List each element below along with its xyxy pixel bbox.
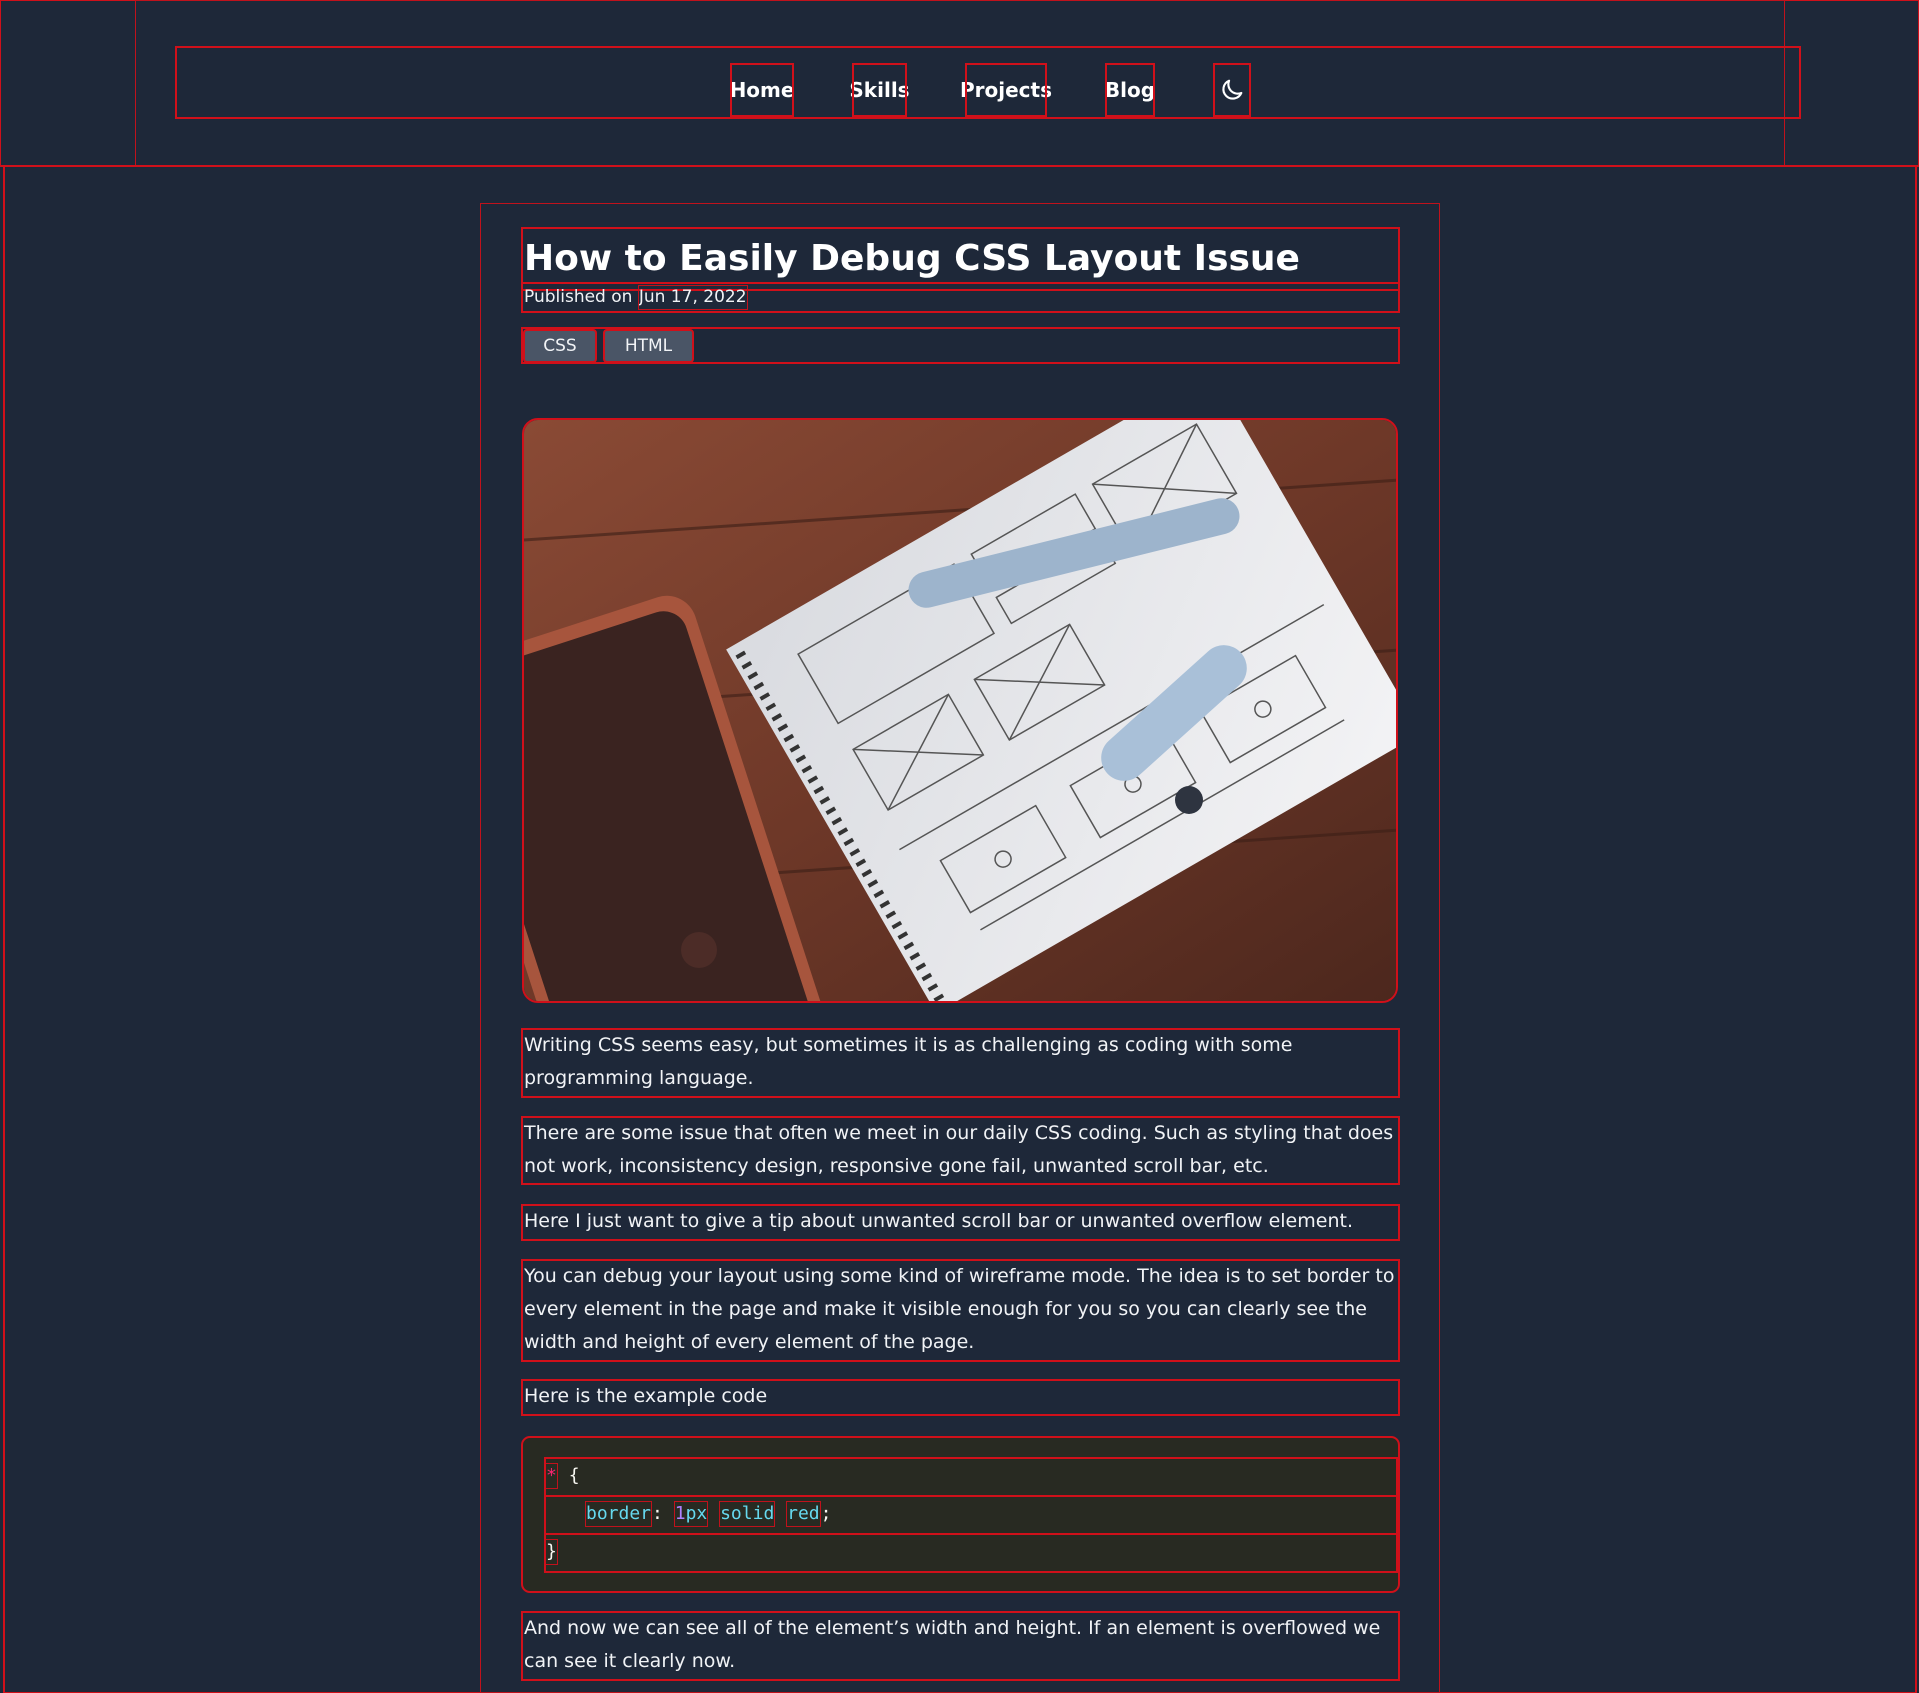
code-number: 1 [674, 1503, 686, 1524]
tag-css[interactable]: CSS [523, 329, 597, 363]
code-selector: * [545, 1463, 558, 1489]
nav-skills-link[interactable]: Skills [849, 63, 910, 117]
article-paragraph: And now we can see all of the element’s … [521, 1611, 1400, 1681]
hero-image [522, 418, 1398, 1003]
code-close-brace: } [545, 1539, 558, 1565]
article-paragraph: Here I just want to give a tip about unw… [521, 1204, 1400, 1241]
published-date: Jun 17, 2022 [637, 285, 748, 310]
tag-html[interactable]: HTML [603, 329, 694, 363]
tag-list: CSS HTML [521, 327, 1400, 364]
code-colon: : [652, 1503, 663, 1524]
nav-blog-link[interactable]: Blog [1105, 63, 1155, 117]
code-open-brace: { [568, 1465, 580, 1486]
code-length: 1px [673, 1501, 709, 1527]
code-line: border: 1px solid red; [544, 1495, 1398, 1535]
article-title: How to Easily Debug CSS Layout Issue [521, 227, 1400, 292]
code-unit: px [685, 1503, 708, 1524]
code-line: } [544, 1533, 1398, 1573]
code-block: * { border: 1px solid red; } [521, 1436, 1400, 1593]
published-label: Published on [524, 287, 633, 307]
article-paragraph: Writing CSS seems easy, but sometimes it… [521, 1028, 1400, 1098]
code-property: border [585, 1501, 653, 1527]
nav-projects-link[interactable]: Projects [960, 63, 1052, 117]
moon-icon [1222, 79, 1243, 100]
code-color-value: red [786, 1501, 821, 1527]
theme-toggle-button[interactable] [1213, 63, 1251, 117]
article-paragraph: There are some issue that often we meet … [521, 1116, 1400, 1185]
publish-meta: Published on Jun 17, 2022 [521, 282, 1400, 313]
article-paragraph: You can debug your layout using some kin… [521, 1259, 1400, 1362]
nav-home-link[interactable]: Home [730, 63, 794, 117]
code-style-value: solid [719, 1501, 776, 1527]
hero-illustration [524, 420, 1396, 1001]
code-line: * { [544, 1457, 1398, 1497]
code-semicolon: ; [820, 1503, 832, 1524]
article-paragraph: Here is the example code [521, 1379, 1400, 1416]
